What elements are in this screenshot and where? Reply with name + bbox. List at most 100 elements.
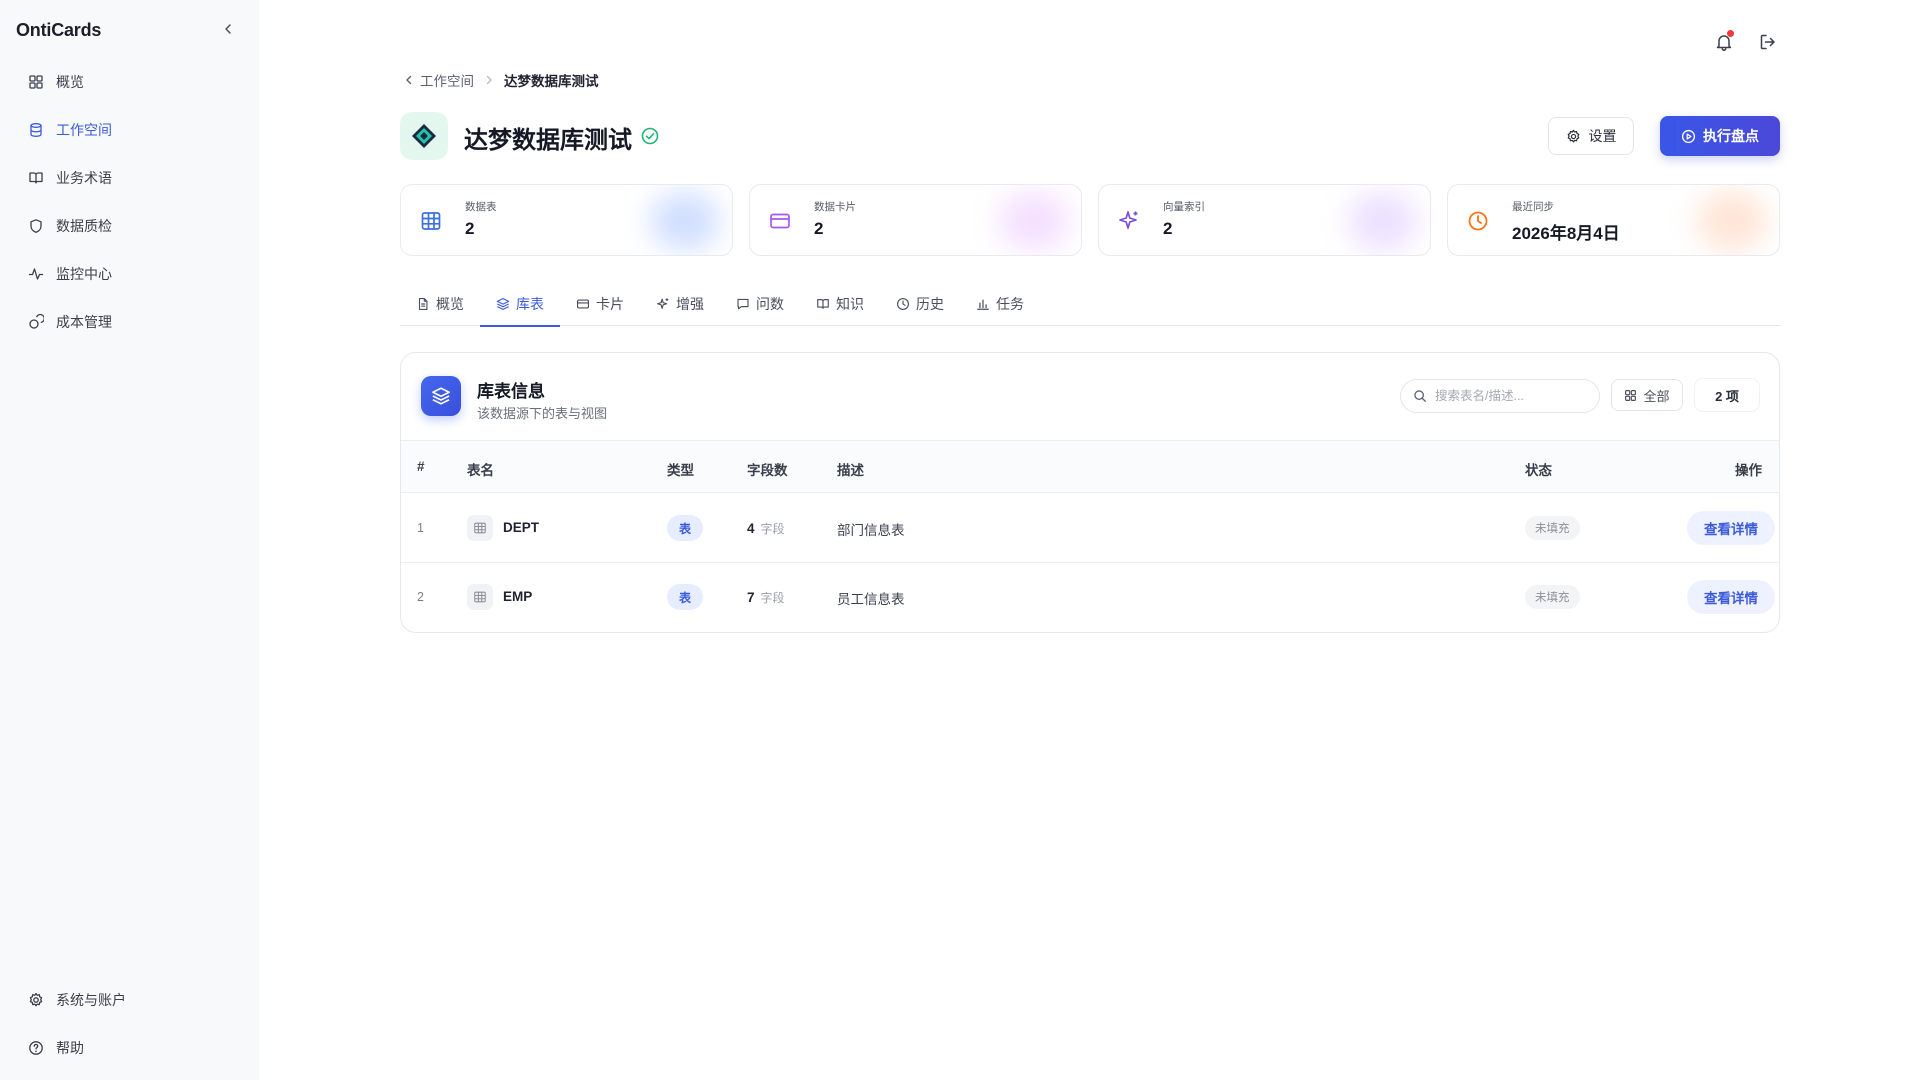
view-details-button[interactable]: 查看详情 [1687,580,1775,614]
gear-icon [1567,129,1579,143]
table-search [1400,379,1600,413]
row-type-badge: 表 [667,584,703,610]
card-icon [768,209,792,233]
notifications-button[interactable] [1712,30,1736,54]
database-icon [28,122,44,138]
sidebar-item-label: 帮助 [56,1040,84,1056]
notification-dot [1727,30,1734,37]
field-count-value: 7 [747,590,755,605]
verified-icon [640,126,660,146]
sparkles-icon [1117,209,1141,233]
view-details-button[interactable]: 查看详情 [1687,511,1775,545]
sidebar-nav: 概览 工作空间 业务术语 数据质检 监控中心 成本管理 [16,62,242,350]
stat-card-tables: 数据表 2 [400,184,733,256]
row-table-name[interactable]: DEPT [503,520,539,535]
row-index: 2 [417,590,424,604]
logout-icon [1760,34,1775,50]
tab-cards[interactable]: 卡片 [560,282,640,326]
breadcrumb-parent: 工作空间 [420,74,474,89]
logout-button[interactable] [1756,30,1780,54]
row-status-badge: 未填充 [1525,516,1580,540]
book-icon [817,299,829,309]
column-header-fields: 字段数 [747,463,788,478]
tab-label: 问数 [756,296,784,312]
row-type-badge: 表 [667,515,703,541]
sidebar-item-label: 业务术语 [56,170,112,186]
sidebar-item-workspace[interactable]: 工作空间 [16,110,242,150]
chevron-right-icon [484,75,494,85]
file-icon [418,298,428,310]
sidebar-item-overview[interactable]: 概览 [16,62,242,102]
tab-history[interactable]: 历史 [880,282,960,326]
grid-icon [28,74,44,90]
column-header-name: 表名 [467,463,494,478]
tab-enhance[interactable]: 增强 [640,282,720,326]
book-icon [28,170,44,186]
panel-subtitle: 该数据源下的表与视图 [477,406,608,421]
table-header: # 表名 类型 字段数 描述 状态 操作 [401,441,1779,493]
filter-all-button[interactable]: 全部 [1611,379,1683,411]
stat-card-cards: 数据卡片 2 [749,184,1082,256]
panel-title: 库表信息 [477,382,545,401]
tab-overview[interactable]: 概览 [400,282,480,326]
tab-tables[interactable]: 库表 [480,282,560,327]
stat-card-vector-index: 向量索引 2 [1098,184,1431,256]
grid-icon [1625,389,1637,401]
item-count: 2 项 [1695,379,1759,411]
sidebar-item-label: 成本管理 [56,314,112,330]
collapse-sidebar-button[interactable] [218,19,238,39]
sidebar-item-label: 工作空间 [56,122,112,138]
sidebar-item-glossary[interactable]: 业务术语 [16,158,242,198]
panel-header: 库表信息 该数据源下的表与视图 全部 2 项 [401,353,1779,441]
chevron-left-icon [225,24,231,34]
table-icon [467,584,493,610]
top-actions [1712,30,1780,54]
row-description: 员工信息表 [837,592,905,607]
page-header: 达梦数据库测试 设置 执行盘点 [400,112,1780,160]
breadcrumb-current: 达梦数据库测试 [504,74,599,89]
sidebar-item-label: 数据质检 [56,218,112,234]
settings-button[interactable]: 设置 [1548,117,1634,155]
tab-tasks[interactable]: 任务 [960,282,1040,326]
run-button-label: 执行盘点 [1703,128,1759,144]
page-title: 达梦数据库测试 [464,127,632,154]
settings-button-label: 设置 [1588,128,1617,144]
layers-icon [421,376,461,416]
sidebar-item-label: 概览 [56,74,84,90]
sidebar-item-monitoring[interactable]: 监控中心 [16,254,242,294]
column-header-type: 类型 [667,463,694,478]
field-count-unit: 字段 [760,522,785,536]
table-icon [467,515,493,541]
row-table-name[interactable]: EMP [503,589,532,604]
column-header-status: 状态 [1525,463,1552,478]
stats-row: 数据表 2 数据卡片 2 向量索引 2 最近同步 2026年8月4日 [400,184,1780,256]
tab-label: 增强 [676,296,704,312]
stat-glow [1697,191,1767,251]
breadcrumb-back-link[interactable]: 工作空间 [404,70,474,90]
column-header-description: 描述 [837,463,864,478]
sidebar-item-system-account[interactable]: 系统与账户 [16,980,242,1020]
tab-label: 库表 [516,296,544,312]
shield-icon [28,218,44,234]
field-count-unit: 字段 [760,591,785,605]
clock-icon [897,298,909,310]
bar-chart-icon [977,299,989,310]
field-count-value: 4 [747,521,755,536]
search-input[interactable] [1435,389,1585,403]
search-icon [1414,390,1426,402]
column-header-actions: 操作 [1735,463,1762,478]
stat-value: 2 [814,219,824,238]
sidebar-item-quality[interactable]: 数据质检 [16,206,242,246]
stat-value: 2026年8月4日 [1512,224,1620,243]
clock-icon [1466,209,1490,233]
sidebar-bottom-nav: 系统与账户 帮助 [16,980,242,1076]
stat-glow [1348,191,1418,251]
tables-panel: 库表信息 该数据源下的表与视图 全部 2 项 # 表名 类型 字段数 描述 状态… [400,352,1780,633]
run-inventory-button[interactable]: 执行盘点 [1660,116,1780,156]
tab-knowledge[interactable]: 知识 [800,282,880,326]
stat-glow [999,191,1069,251]
sidebar-item-help[interactable]: 帮助 [16,1028,242,1068]
tab-ask-data[interactable]: 问数 [720,282,800,326]
stat-label: 向量索引 [1163,201,1205,213]
sidebar-item-cost[interactable]: 成本管理 [16,302,242,342]
